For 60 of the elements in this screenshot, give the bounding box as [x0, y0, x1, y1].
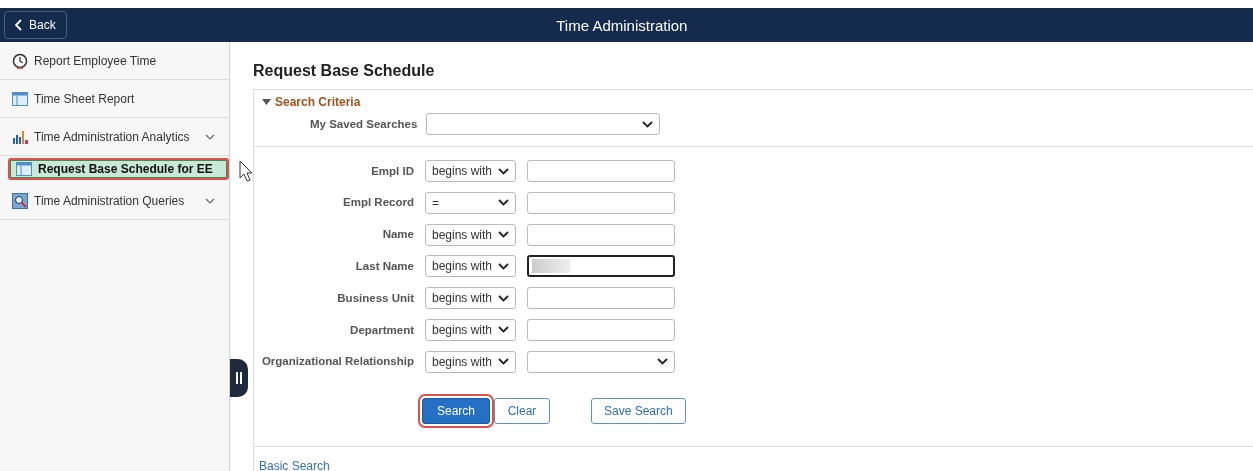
input-field[interactable] — [527, 223, 675, 246]
operator-dropdown[interactable]: begins with — [425, 319, 516, 341]
pause-bars-icon — [236, 372, 242, 384]
operator-dropdown[interactable]: begins with — [425, 350, 516, 373]
sidebar-item[interactable]: Report Employee Time — [0, 42, 229, 80]
chevron-left-icon — [15, 19, 23, 31]
back-button[interactable]: Back — [4, 11, 67, 39]
page-header-title: Time Administration — [555, 16, 689, 34]
chevron-down-icon — [498, 199, 509, 207]
field-label: Business Unit — [336, 291, 414, 305]
chevron-down-icon — [498, 167, 509, 175]
operator-dropdown[interactable]: begins with — [425, 223, 516, 246]
page-title: Request Base Schedule — [253, 62, 436, 80]
field-label: Last Name — [354, 260, 414, 273]
input-field[interactable] — [527, 160, 675, 182]
sidebar-item[interactable]: Time Sheet Report — [0, 80, 229, 118]
value-dropdown[interactable] — [527, 350, 675, 373]
input-field[interactable] — [527, 255, 675, 278]
collapse-handle[interactable] — [230, 359, 248, 397]
sidebar-item[interactable]: Time Administration Queries — [0, 182, 229, 220]
page-layout-icon — [16, 162, 32, 176]
chevron-down-icon — [642, 120, 654, 128]
operator-dropdown[interactable]: = — [425, 191, 516, 214]
bar-chart-icon — [12, 129, 28, 144]
saved-searches-dropdown[interactable] — [426, 113, 661, 135]
action-button[interactable]: Save Search — [591, 397, 686, 424]
clock-icon — [12, 52, 28, 69]
page-layout-icon — [12, 91, 28, 106]
sidebar-item-label: Time Administration Queries — [34, 193, 186, 208]
sidebar-item-label: Request Base Schedule for EE — [38, 162, 214, 176]
query-icon — [12, 192, 28, 209]
chevron-down-icon — [498, 326, 509, 334]
chevron-down-icon — [657, 358, 668, 366]
input-field[interactable] — [527, 287, 675, 310]
chevron-down-icon — [498, 262, 509, 270]
chevron-down-icon — [498, 358, 509, 366]
triangle-down-icon — [262, 99, 271, 105]
action-button[interactable]: Clear — [494, 397, 550, 424]
operator-dropdown[interactable]: begins with — [425, 255, 516, 278]
field-label: My Saved Searches — [310, 118, 418, 130]
field-label: Organizational Relationship — [260, 355, 414, 369]
field-label: Department — [349, 323, 414, 337]
sidebar-item-label: Time Sheet Report — [34, 91, 136, 106]
redacted-block — [532, 259, 570, 274]
chevron-down-icon — [498, 231, 509, 239]
field-label: Empl Record — [342, 196, 414, 210]
sidebar-item-label: Time Administration Analytics — [34, 129, 191, 144]
field-label: Empl ID — [370, 164, 414, 178]
section-toggle[interactable]: Search Criteria — [254, 90, 1253, 109]
input-field[interactable] — [527, 319, 675, 341]
operator-dropdown[interactable]: begins with — [425, 160, 516, 182]
field-label: Name — [381, 228, 414, 241]
basic-search-link[interactable]: Basic Search — [259, 459, 330, 471]
operator-dropdown[interactable]: begins with — [425, 287, 516, 310]
input-field[interactable] — [527, 191, 675, 214]
sidebar-item[interactable]: Request Base Schedule for EE — [8, 158, 229, 180]
section-title: Search Criteria — [275, 95, 361, 109]
chevron-down-icon — [498, 294, 509, 302]
sidebar-item[interactable]: Time Administration Analytics — [0, 118, 229, 156]
sidebar-item-label: Report Employee Time — [34, 53, 158, 68]
